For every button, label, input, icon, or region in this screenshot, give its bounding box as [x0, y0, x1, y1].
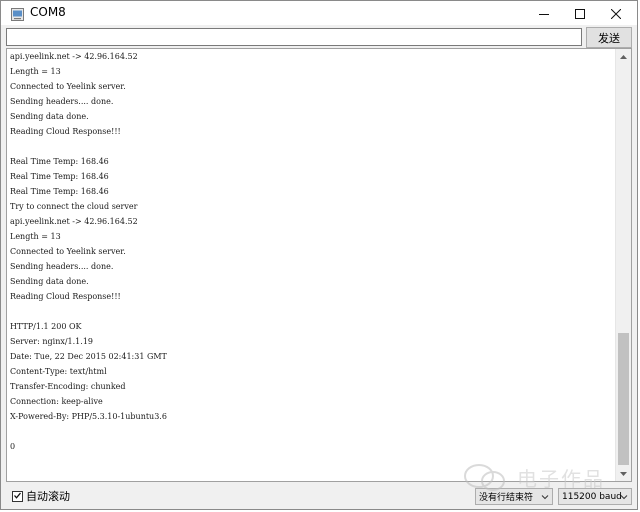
minimize-icon — [539, 4, 549, 23]
scrollbar-thumb[interactable] — [618, 333, 629, 465]
serial-output-area[interactable]: api.yeelink.net -> 42.96.164.52 Length = … — [6, 48, 632, 482]
line-ending-value: 没有行结束符 — [479, 493, 534, 503]
close-button[interactable] — [597, 1, 635, 25]
output-line: X-Powered-By: PHP/5.3.10-1ubuntu3.6 — [10, 412, 167, 421]
output-line: 0 — [10, 442, 16, 451]
maximize-button[interactable] — [561, 1, 599, 25]
output-line: Reading Cloud Response!!! — [10, 292, 121, 301]
output-line: Date: Tue, 22 Dec 2015 02:41:31 GMT — [10, 352, 167, 361]
maximize-icon — [575, 4, 585, 23]
send-button[interactable]: 发送 — [586, 27, 632, 48]
output-line: Connection: keep-alive — [10, 397, 103, 406]
output-line: Connected to Yeelink server. — [10, 82, 126, 91]
window-title: COM8 — [30, 5, 66, 19]
output-line: HTTP/1.1 200 OK — [10, 322, 82, 331]
output-line: Real Time Temp: 168.46 — [10, 157, 109, 166]
output-line: Real Time Temp: 168.46 — [10, 172, 109, 181]
vertical-scrollbar[interactable] — [615, 49, 631, 481]
output-line: Connected to Yeelink server. — [10, 247, 126, 256]
autoscroll-toggle[interactable]: 自动滚动 — [12, 488, 70, 504]
output-line: api.yeelink.net -> 42.96.164.52 — [10, 217, 138, 226]
scroll-down-arrow-icon — [620, 470, 627, 478]
output-line: Sending headers.... done. — [10, 97, 114, 106]
scroll-down-button[interactable] — [616, 466, 631, 481]
serial-monitor-window: COM8 发送 api.yeelink.net -> 42.96.164.52 L… — [0, 0, 638, 510]
output-line: Try to connect the cloud server — [10, 202, 138, 211]
serial-monitor-icon — [11, 6, 24, 21]
output-line: Content-Type: text/html — [10, 367, 107, 376]
output-line: Reading Cloud Response!!! — [10, 127, 121, 136]
title-bar[interactable]: COM8 — [1, 1, 637, 25]
line-ending-select[interactable]: 没有行结束符 — [475, 488, 553, 505]
output-line: Server: nginx/1.1.19 — [10, 337, 93, 346]
output-line: Sending data done. — [10, 277, 89, 286]
output-line: Sending data done. — [10, 112, 89, 121]
baud-rate-select[interactable]: 115200 baud — [558, 488, 632, 505]
close-icon — [610, 4, 622, 23]
scroll-up-arrow-icon — [620, 53, 627, 61]
output-text: api.yeelink.net -> 42.96.164.52 Length = … — [10, 49, 616, 454]
output-line: Real Time Temp: 168.46 — [10, 187, 109, 196]
output-line: Sending headers.... done. — [10, 262, 114, 271]
scroll-up-button[interactable] — [616, 49, 631, 64]
send-button-label: 发送 — [598, 31, 620, 45]
output-line: api.yeelink.net -> 42.96.164.52 — [10, 52, 138, 61]
minimize-button[interactable] — [525, 1, 563, 25]
chevron-down-icon — [541, 493, 549, 501]
checkmark-icon — [13, 490, 22, 503]
autoscroll-checkbox[interactable] — [12, 490, 23, 503]
baud-rate-value: 115200 baud — [562, 491, 622, 502]
output-line: Transfer-Encoding: chunked — [10, 382, 126, 391]
output-line: Length = 13 — [10, 232, 61, 241]
bottom-bar: 自动滚动 没有行结束符 115200 baud — [1, 483, 637, 509]
autoscroll-label: 自动滚动 — [26, 490, 70, 503]
chevron-down-icon — [620, 493, 628, 501]
send-input[interactable] — [6, 28, 582, 46]
output-line: Length = 13 — [10, 67, 61, 76]
